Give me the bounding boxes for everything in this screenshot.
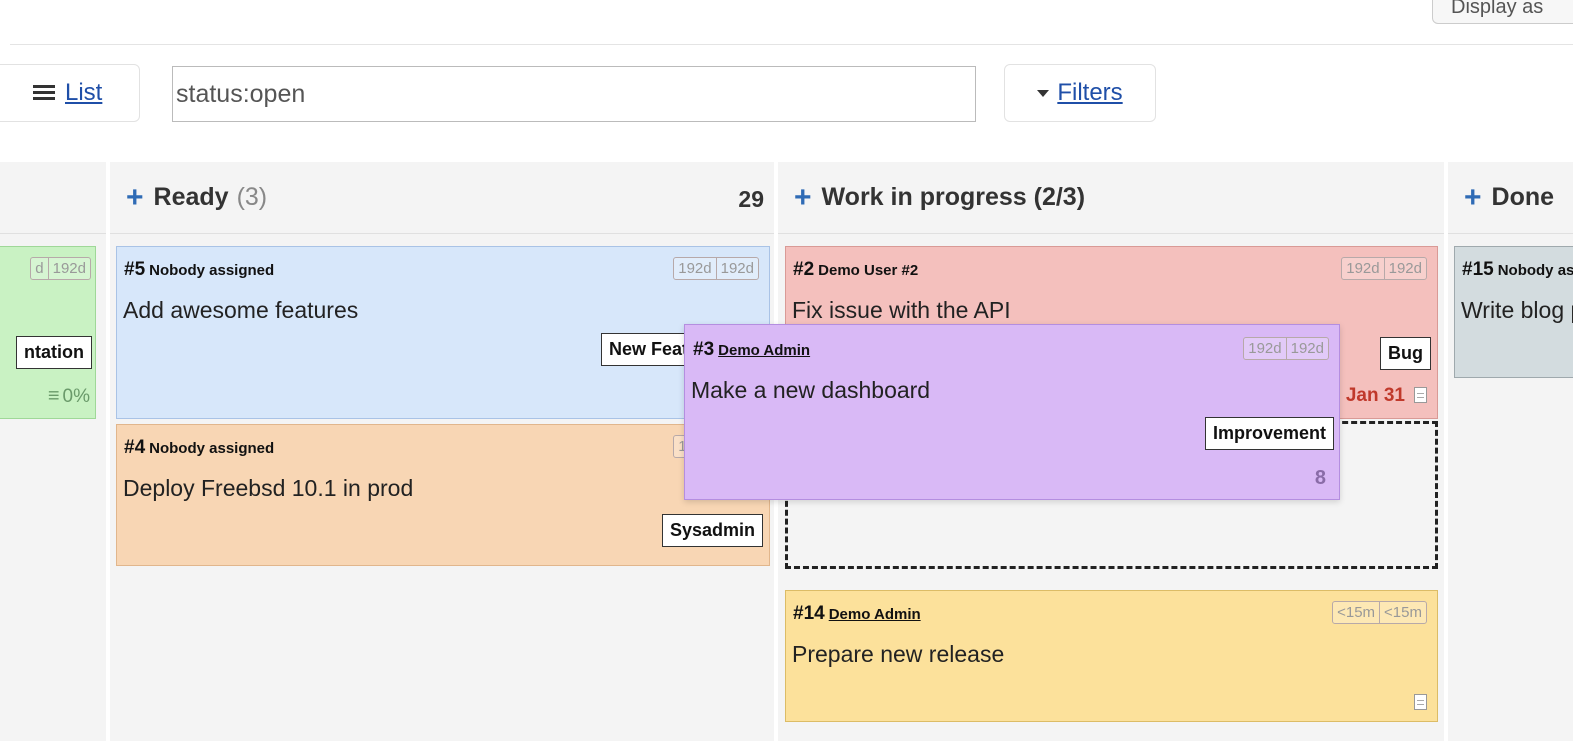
card-id: #15 bbox=[1462, 259, 1494, 280]
column-count: (3) bbox=[236, 183, 268, 211]
card-assignee: Demo User #2 bbox=[818, 262, 919, 279]
age-value: <15m bbox=[1337, 604, 1376, 621]
card-title: Prepare new release bbox=[792, 641, 1005, 667]
task-card[interactable]: #5 Nobody assigned 192d 192d Add awesome … bbox=[116, 246, 770, 419]
dragged-task-card[interactable]: #3 Demo Admin 192d 192d Make a new dashbo… bbox=[684, 324, 1340, 500]
task-card[interactable]: #4Nobody assigned 192d 192d Deploy Freeb… bbox=[116, 424, 770, 566]
card-header: #15Nobody assigned bbox=[1462, 259, 1573, 281]
card-id: #14 bbox=[793, 603, 825, 624]
card-id: #2 bbox=[793, 259, 815, 280]
card-assignee[interactable]: Demo Admin bbox=[829, 606, 921, 623]
card-tag: Bug bbox=[1380, 337, 1431, 370]
card-id: #3 bbox=[693, 339, 715, 360]
card-id: #5 bbox=[124, 259, 146, 280]
plus-icon[interactable]: + bbox=[126, 181, 144, 215]
card-header: #4 Nobody assigned bbox=[124, 437, 274, 459]
card-assignee: Nobody assigned bbox=[1497, 262, 1573, 279]
document-icon[interactable] bbox=[1414, 387, 1427, 403]
card-score: 8 bbox=[1314, 467, 1326, 489]
task-card[interactable]: d 192d ntation ≡ 0% bbox=[0, 246, 96, 419]
card-due-date: Jan 31 bbox=[1345, 385, 1405, 406]
column-header-backlog bbox=[0, 162, 106, 234]
display-button[interactable]: Display as bbox=[1432, 0, 1573, 24]
card-tag: ntation bbox=[16, 336, 92, 369]
progress-value: 0% bbox=[62, 385, 90, 407]
card-id: #4 bbox=[124, 437, 146, 458]
card-assignee[interactable]: Demo Admin bbox=[718, 342, 810, 359]
plus-icon[interactable]: + bbox=[1464, 181, 1482, 215]
age-value: d bbox=[35, 260, 44, 277]
list-view-button[interactable]: List bbox=[0, 64, 140, 122]
column-header-ready: + Ready (3) 29 bbox=[110, 162, 774, 234]
card-title: Fix issue with the API bbox=[792, 297, 1011, 323]
age-value: 192d bbox=[1285, 338, 1328, 359]
column-title: Work in progress (2/3) bbox=[821, 183, 1086, 211]
list-view-link[interactable]: List bbox=[65, 79, 102, 107]
search-input[interactable]: status:open bbox=[172, 66, 976, 122]
card-age: <15m <15m bbox=[1332, 601, 1427, 624]
task-card[interactable]: #15Nobody assigned Write blog post bbox=[1454, 246, 1573, 378]
card-header: #14 Demo Admin bbox=[793, 603, 921, 625]
card-header: #5 Nobody assigned bbox=[124, 259, 274, 281]
age-value: 192d bbox=[1383, 258, 1426, 279]
filters-button[interactable]: Filters bbox=[1004, 64, 1156, 122]
card-assignee: Nobody assigned bbox=[149, 262, 275, 279]
card-title: Make a new dashboard bbox=[691, 377, 931, 403]
card-tag: Sysadmin bbox=[661, 514, 763, 547]
filters-link[interactable]: Filters bbox=[1057, 79, 1122, 107]
header-divider bbox=[10, 44, 1573, 45]
card-header: #3 Demo Admin bbox=[693, 339, 810, 361]
age-value: 192d bbox=[1346, 260, 1380, 277]
document-icon[interactable] bbox=[1414, 694, 1427, 710]
task-card[interactable]: #14 Demo Admin <15m <15m Prepare new rele… bbox=[785, 590, 1438, 722]
age-value: <15m bbox=[1379, 602, 1426, 623]
card-age: 192d 192d bbox=[1243, 337, 1329, 360]
column-score: 29 bbox=[738, 186, 764, 212]
card-title: Write blog post bbox=[1461, 297, 1573, 323]
card-age: 192d 192d bbox=[673, 257, 759, 280]
column-header-work-in-progress: + Work in progress (2/3) bbox=[778, 162, 1444, 234]
plus-icon[interactable]: + bbox=[794, 181, 812, 215]
list-icon bbox=[33, 85, 55, 101]
column-header-done: + Done bbox=[1448, 162, 1573, 234]
age-value: 192d bbox=[47, 258, 90, 279]
card-title: Deploy Freebsd 10.1 in prod bbox=[123, 475, 414, 501]
menu-icon: ≡ bbox=[47, 385, 60, 407]
card-header: #2 Demo User #2 bbox=[793, 259, 918, 281]
age-value: 192d bbox=[678, 260, 712, 277]
card-progress: ≡ 0% bbox=[48, 385, 90, 408]
card-assignee: Nobody assigned bbox=[149, 440, 275, 457]
card-age: d 192d bbox=[30, 257, 91, 280]
card-title: Add awesome features bbox=[123, 297, 359, 323]
age-value: 192d bbox=[715, 258, 758, 279]
card-tag: Improvement bbox=[1204, 417, 1334, 450]
age-value: 192d bbox=[1248, 340, 1282, 357]
card-age: 192d 192d bbox=[1341, 257, 1427, 280]
column-title: Done bbox=[1491, 183, 1555, 211]
column-title: Ready bbox=[153, 183, 229, 211]
caret-down-icon bbox=[1037, 89, 1050, 97]
